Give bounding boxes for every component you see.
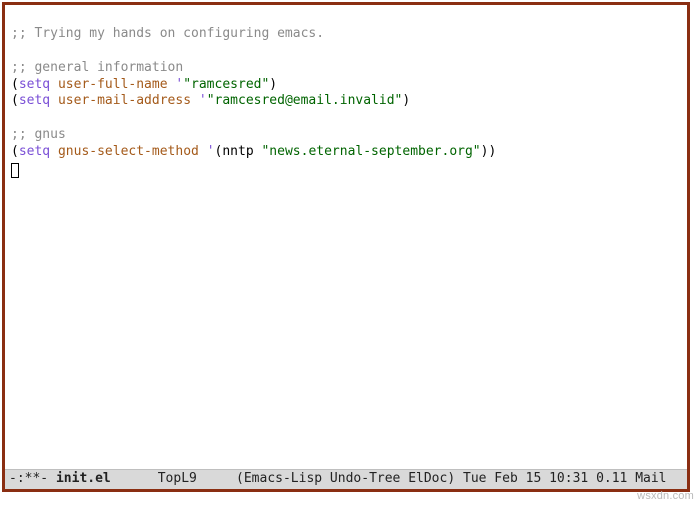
comment-line: ;; Trying my hands on configuring emacs. — [11, 26, 324, 41]
keyword-setq: setq — [19, 93, 50, 108]
modeline-modes: Emacs-Lisp Undo-Tree ElDoc — [244, 471, 448, 488]
quote-char: ' — [199, 93, 207, 108]
modeline-flags: -:**- — [9, 471, 56, 488]
modeline-mail: Mail — [627, 471, 666, 488]
open-paren: ( — [11, 144, 19, 159]
comment-line: ;; general information — [11, 60, 183, 75]
var-gnus-select-method: gnus-select-method — [58, 144, 199, 159]
modeline-datetime: Tue Feb 15 10:31 — [455, 471, 596, 488]
var-user-mail-address: user-mail-address — [58, 93, 191, 108]
text-cursor — [11, 163, 19, 178]
emacs-frame: ;; Trying my hands on configuring emacs.… — [2, 2, 690, 492]
watermark: wsxdn.com — [637, 489, 694, 503]
string-literal: "ramcesred" — [183, 77, 269, 92]
quote-char: ' — [207, 144, 215, 159]
modeline-load: 0.11 — [596, 471, 627, 488]
string-literal: "ramcesred@email.invalid" — [207, 93, 403, 108]
close-paren: ) — [488, 144, 496, 159]
gap — [111, 471, 158, 488]
open-paren: ( — [11, 93, 19, 108]
modes-close: ) — [447, 471, 455, 488]
keyword-setq: setq — [19, 144, 50, 159]
var-user-full-name: user-full-name — [58, 77, 168, 92]
modeline-line: L9 — [181, 471, 197, 488]
keyword-setq: setq — [19, 77, 50, 92]
comment-line: ;; gnus — [11, 127, 66, 142]
string-literal: "news.eternal-september.org" — [261, 144, 480, 159]
editor-buffer[interactable]: ;; Trying my hands on configuring emacs.… — [5, 5, 687, 469]
mode-line[interactable]: -:**- init.el Top L9 (Emacs-Lisp Undo-Tr… — [5, 469, 687, 489]
gap — [197, 471, 236, 488]
close-paren: ) — [269, 77, 277, 92]
modes-open: ( — [236, 471, 244, 488]
buffer-name: init.el — [56, 471, 111, 488]
open-paren: ( — [11, 77, 19, 92]
modeline-position: Top — [158, 471, 181, 488]
close-paren: ) — [402, 93, 410, 108]
symbol-nntp: nntp — [222, 144, 253, 159]
